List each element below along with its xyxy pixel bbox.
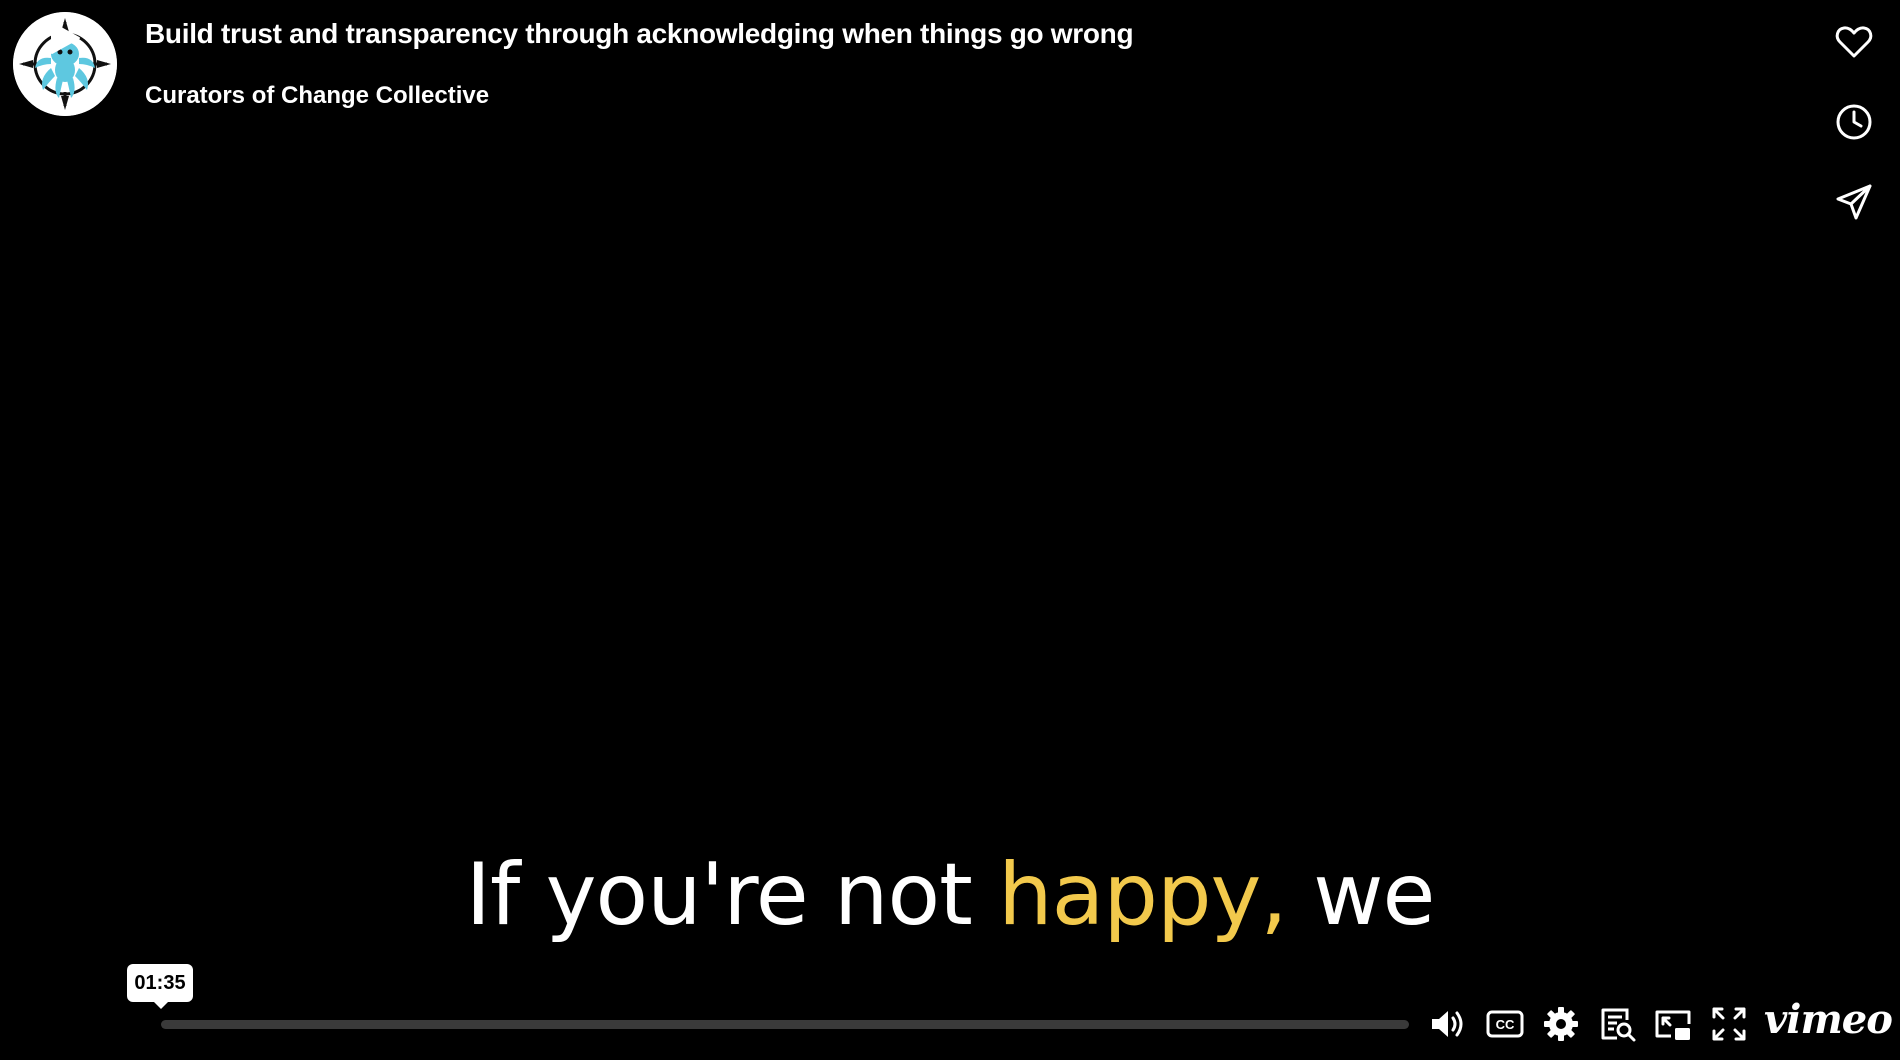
channel-name[interactable]: Curators of Change Collective xyxy=(145,82,489,110)
vimeo-logo[interactable]: vimeo xyxy=(1764,996,1893,1043)
fullscreen-button[interactable] xyxy=(1709,1004,1749,1044)
settings-button[interactable] xyxy=(1541,1004,1581,1044)
caption-text-after: we xyxy=(1286,845,1435,945)
heart-icon xyxy=(1835,26,1873,58)
cc-icon: CC xyxy=(1486,1010,1524,1038)
caption-text-highlight: happy, xyxy=(998,845,1288,945)
caption-text-before: If you're not xyxy=(465,845,999,945)
like-button[interactable] xyxy=(1830,18,1878,66)
progress-bar[interactable] xyxy=(161,1020,1409,1029)
svg-text:CC: CC xyxy=(1496,1017,1515,1032)
side-actions xyxy=(1830,18,1878,258)
video-title[interactable]: Build trust and transparency through ack… xyxy=(145,18,1134,50)
clock-icon xyxy=(1836,104,1872,140)
video-player: Build trust and transparency through ack… xyxy=(0,0,1900,1060)
share-button[interactable] xyxy=(1830,178,1878,226)
volume-button[interactable] xyxy=(1428,1004,1468,1044)
pip-icon xyxy=(1655,1010,1691,1040)
send-icon xyxy=(1836,184,1872,220)
captions-button[interactable]: CC xyxy=(1485,1004,1525,1044)
transcript-icon xyxy=(1601,1008,1636,1042)
watch-later-button[interactable] xyxy=(1830,98,1878,146)
play-button[interactable] xyxy=(44,18,84,58)
transcript-button[interactable] xyxy=(1597,1004,1637,1044)
gear-icon xyxy=(1544,1007,1578,1041)
time-tooltip: 01:35 xyxy=(127,964,193,1009)
play-icon xyxy=(51,22,80,54)
fullscreen-icon xyxy=(1712,1007,1746,1041)
subtitle-caption: If you're not happy, we xyxy=(0,845,1900,945)
picture-in-picture-button[interactable] xyxy=(1653,1004,1693,1044)
volume-icon xyxy=(1432,1011,1463,1037)
